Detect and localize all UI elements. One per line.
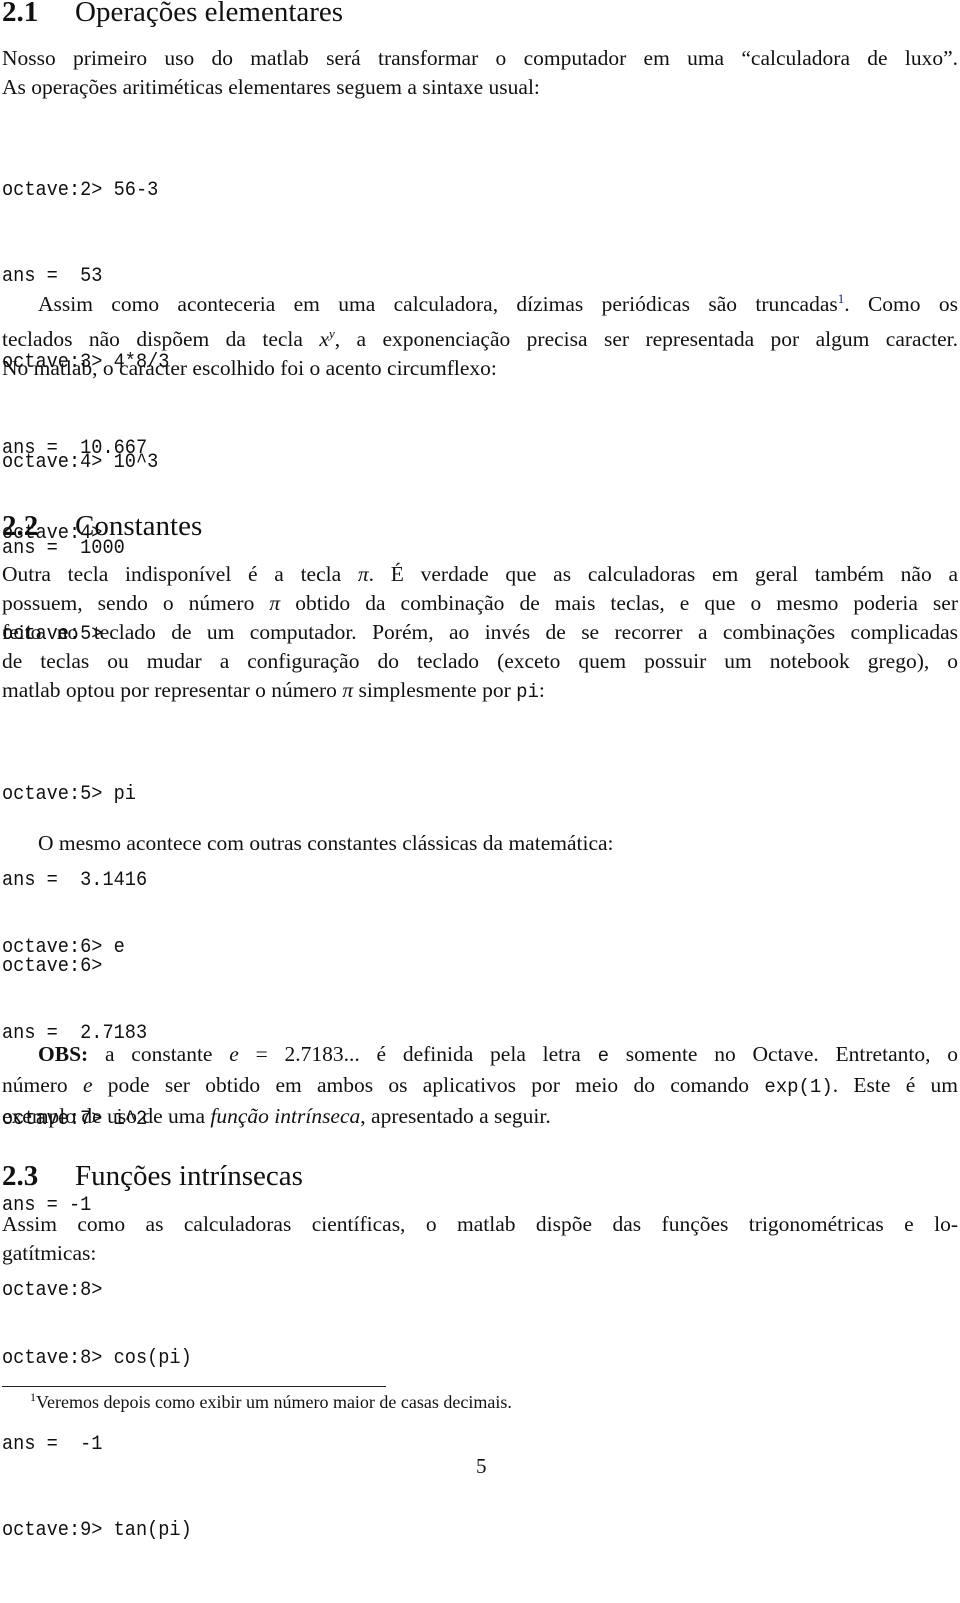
math-e: e — [82, 1073, 93, 1097]
code-line: octave:2> 56-3 — [2, 179, 159, 203]
text-line: matlab optou por representar o número π … — [2, 676, 958, 707]
section-number: 2.2 — [2, 510, 39, 542]
math-pi: π — [269, 591, 281, 615]
italic-term: função intrínseca — [210, 1104, 361, 1128]
text-run: pode ser obtido em ambos os aplicativos … — [92, 1073, 765, 1097]
section-heading-2-1: 2.1 Operações elementares — [2, 0, 343, 29]
text-line: gatítmicas: — [2, 1241, 97, 1265]
text-line: Assim como aconteceria em uma calculador… — [2, 284, 958, 319]
math-x: x — [319, 327, 329, 352]
text-line: teclados não dispõem da tecla xy, a expo… — [2, 319, 958, 354]
text-run: , apresentado a seguir. — [360, 1104, 551, 1128]
code-block-trig: octave:8> cos(pi) ans = -1 octave:9> tan… — [2, 1288, 192, 1603]
footnote-divider — [2, 1386, 386, 1387]
paragraph-intro: Nosso primeiro uso do matlab será transf… — [2, 44, 958, 102]
text-run: Outra tecla indisponível é a tecla — [2, 562, 358, 586]
text-run: obtido da combinação de mais teclas, e q… — [280, 591, 958, 615]
text-run: a constante — [88, 1042, 230, 1066]
code-line: octave:4> 10^3 — [2, 451, 159, 475]
math-pi: π — [342, 678, 354, 702]
paragraph-functions: Assim como as calculadoras científicas, … — [2, 1210, 958, 1268]
inline-code: exp(1) — [764, 1076, 833, 1098]
section-title: Operações elementares — [75, 0, 344, 28]
section-heading-2-2: 2.2 Constantes — [2, 510, 202, 543]
text-line: O mesmo acontece com outras constantes c… — [38, 831, 614, 855]
section-heading-2-3: 2.3 Funções intrínsecas — [2, 1160, 303, 1193]
text-line: número e pode ser obtido em ambos os apl… — [2, 1071, 958, 1102]
code-line: octave:6> e — [2, 936, 125, 960]
code-line: octave:9> tan(pi) — [2, 1518, 192, 1542]
footnote-text: Veremos depois como exibir um número mai… — [36, 1392, 512, 1412]
footnote: 1Veremos depois como exibir um número ma… — [30, 1390, 512, 1413]
text-line: Assim como as calculadoras científicas, … — [2, 1212, 958, 1236]
text-run: matlab optou por representar o número — [2, 678, 343, 702]
text-line: OBS: a constante e = 2.7183... é definid… — [2, 1040, 958, 1071]
text-line: de teclas ou mudar a configuração do tec… — [2, 649, 958, 673]
text-line: exemplo de uso de uma função intrínseca,… — [2, 1102, 958, 1131]
text-run: . É verdade que as calculadoras em geral… — [368, 562, 958, 586]
text-run: : — [538, 678, 545, 702]
section-number: 2.3 — [2, 1160, 39, 1192]
text-run: teclados não dispõem da tecla — [2, 327, 320, 352]
section-title: Funções intrínsecas — [75, 1160, 303, 1192]
page-number: 5 — [476, 1454, 487, 1478]
code-line: ans = -1 — [2, 1432, 103, 1456]
section-number: 2.1 — [2, 0, 39, 28]
section-title: Constantes — [75, 510, 203, 542]
text-run: , a exponenciação precisa ser representa… — [334, 327, 959, 352]
paragraph-pi: Outra tecla indisponível é a tecla π. É … — [2, 560, 958, 707]
text-run: simplesmente por — [353, 678, 517, 702]
text-line: possuem, sendo o número π obtido da comb… — [2, 589, 958, 618]
inline-code: e — [597, 1045, 610, 1067]
math-pi: π — [357, 562, 369, 586]
text-run: possuem, sendo o número — [2, 591, 270, 615]
text-run: Assim como aconteceria em uma calculador… — [38, 292, 838, 317]
text-line: As operações aritiméticas elementares se… — [2, 75, 540, 99]
paragraph-truncation: Assim como aconteceria em uma calculador… — [2, 284, 958, 383]
inline-code: pi — [516, 681, 539, 703]
text-line: Nosso primeiro uso do matlab será transf… — [2, 46, 958, 70]
text-run: . Este é um — [832, 1073, 958, 1097]
math-e: e — [229, 1042, 239, 1066]
text-run: número — [2, 1073, 83, 1097]
paragraph-constants: O mesmo acontece com outras constantes c… — [2, 829, 958, 858]
text-line: feito no teclado de um computador. Porém… — [2, 620, 958, 644]
paragraph-obs: OBS: a constante e = 2.7183... é definid… — [2, 1040, 958, 1131]
text-line: Outra tecla indisponível é a tecla π. É … — [2, 560, 958, 589]
text-run: exemplo de uso de uma — [2, 1104, 211, 1128]
code-line: octave:8> cos(pi) — [2, 1347, 192, 1371]
text-line: No matlab, o caracter escolhido foi o ac… — [2, 356, 497, 381]
text-run: somente no Octave. Entretanto, o — [609, 1042, 958, 1066]
text-run: = 2.7183... é definida pela letra — [238, 1042, 598, 1066]
text-run: . Como os — [844, 292, 958, 317]
obs-label: OBS: — [38, 1042, 89, 1066]
code-line: octave:5> pi — [2, 783, 136, 807]
